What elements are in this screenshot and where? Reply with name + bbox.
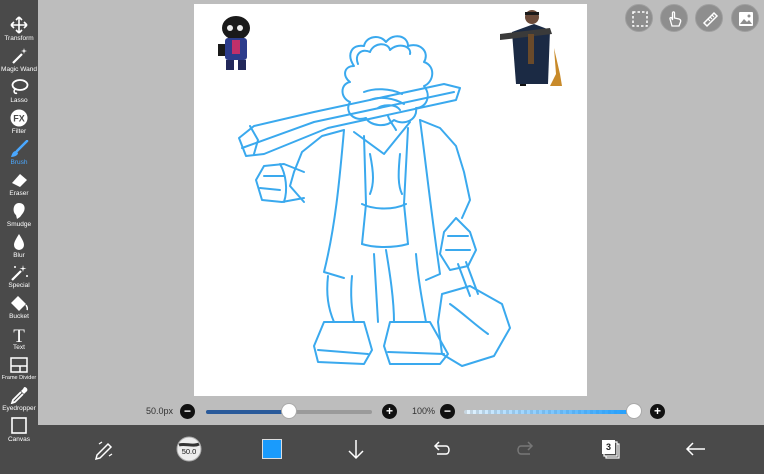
quick-menu-button[interactable] bbox=[88, 433, 120, 465]
tool-frame-divider[interactable]: Frame Divider bbox=[0, 354, 38, 385]
tool-blur[interactable]: Blur bbox=[0, 231, 38, 262]
tool-magic-wand-label: Magic Wand bbox=[1, 66, 37, 73]
redo-button[interactable] bbox=[510, 433, 542, 465]
tool-text[interactable]: T Text bbox=[0, 323, 38, 354]
eraser-icon bbox=[12, 174, 27, 187]
brush-slider-bar: 50.0px − + 100% − + bbox=[38, 398, 764, 425]
brush-preset-button[interactable]: 50.0 bbox=[173, 433, 205, 465]
material-button[interactable] bbox=[731, 4, 759, 32]
text-icon: T bbox=[13, 326, 25, 343]
color-button[interactable] bbox=[256, 433, 288, 465]
transform-icon bbox=[10, 16, 28, 34]
tool-eraser[interactable]: Eraser bbox=[0, 169, 38, 200]
tool-smudge-label: Smudge bbox=[6, 221, 32, 228]
tool-frame-divider-label: Frame Divider bbox=[1, 375, 37, 381]
reference-character-small bbox=[218, 16, 250, 70]
tool-blur-label: Blur bbox=[13, 252, 25, 259]
opacity-slider[interactable] bbox=[464, 410, 636, 414]
opacity-decrease-button[interactable]: − bbox=[440, 404, 455, 419]
size-increase-button[interactable]: + bbox=[382, 404, 397, 419]
tool-text-label: Text bbox=[13, 344, 25, 351]
tool-eyedropper-label: Eyedropper bbox=[2, 405, 36, 412]
current-color-swatch bbox=[262, 439, 282, 459]
frame-divider-icon bbox=[10, 357, 28, 373]
tool-transform[interactable]: Transform bbox=[0, 14, 38, 45]
tool-special-label: Special bbox=[8, 282, 30, 289]
tool-bucket[interactable]: Bucket bbox=[0, 292, 38, 323]
svg-text:T: T bbox=[13, 326, 25, 343]
pencil-swap-icon bbox=[94, 441, 113, 461]
gesture-button[interactable] bbox=[660, 4, 688, 32]
undo-icon bbox=[433, 441, 450, 455]
tool-eyedropper[interactable]: Eyedropper bbox=[0, 384, 38, 415]
reference-character-shovel bbox=[500, 10, 562, 86]
sketch-artwork bbox=[218, 10, 562, 367]
opacity-fill bbox=[464, 410, 636, 414]
opacity-thumb[interactable] bbox=[626, 403, 642, 419]
hand-icon bbox=[669, 11, 682, 27]
special-wand-icon bbox=[11, 265, 28, 281]
layers-button[interactable]: 3 bbox=[595, 433, 627, 465]
tool-transform-label: Transform bbox=[4, 35, 34, 42]
eyedropper-icon bbox=[10, 387, 28, 404]
lasso-icon bbox=[11, 79, 29, 95]
tool-canvas[interactable]: Canvas bbox=[0, 415, 38, 446]
tool-filter-label: Filter bbox=[11, 128, 27, 135]
selection-button[interactable] bbox=[625, 4, 653, 32]
svg-text:FX: FX bbox=[13, 114, 25, 124]
canvas-icon bbox=[11, 417, 27, 434]
selection-rectangle-icon bbox=[632, 11, 648, 27]
brush-size-badge: 50.0 bbox=[181, 447, 197, 456]
tool-special[interactable]: Special bbox=[0, 261, 38, 292]
tool-magic-wand[interactable]: Magic Wand bbox=[0, 45, 38, 76]
smudge-icon bbox=[13, 203, 25, 219]
tool-lasso[interactable]: Lasso bbox=[0, 76, 38, 107]
brush-size-thumb[interactable] bbox=[281, 403, 297, 419]
bottom-toolbar: 50.0 3 bbox=[38, 425, 764, 474]
magic-wand-icon bbox=[12, 48, 27, 64]
tool-lasso-label: Lasso bbox=[10, 97, 28, 104]
tool-eraser-label: Eraser bbox=[9, 190, 29, 197]
save-download-button[interactable] bbox=[340, 433, 372, 465]
redo-icon bbox=[517, 441, 534, 455]
tool-bucket-label: Bucket bbox=[9, 313, 29, 320]
fx-icon: FX bbox=[10, 109, 28, 127]
opacity-increase-button[interactable]: + bbox=[650, 404, 665, 419]
tool-canvas-label: Canvas bbox=[7, 436, 31, 443]
bucket-icon bbox=[11, 296, 29, 311]
blue-sketch bbox=[238, 35, 511, 367]
undo-button[interactable] bbox=[425, 433, 457, 465]
tool-brush-label: Brush bbox=[10, 159, 28, 166]
tool-filter[interactable]: FX Filter bbox=[0, 107, 38, 138]
ruler-icon bbox=[702, 11, 719, 28]
arrow-left-icon bbox=[685, 442, 705, 456]
brush-icon bbox=[11, 140, 29, 157]
ruler-button[interactable] bbox=[695, 4, 723, 32]
tool-brush[interactable]: Brush bbox=[0, 138, 38, 169]
opacity-readout: 100% bbox=[412, 406, 436, 416]
layer-count: 3 bbox=[605, 442, 611, 452]
tool-palette: Transform Magic Wand Lasso FX Filter Bru… bbox=[0, 0, 38, 474]
image-icon bbox=[739, 12, 753, 26]
brush-size-fill bbox=[206, 410, 289, 414]
brush-size-readout: 50.0px bbox=[146, 406, 174, 416]
blur-drop-icon bbox=[14, 234, 24, 250]
drawing-canvas[interactable] bbox=[194, 4, 587, 396]
tool-smudge[interactable]: Smudge bbox=[0, 200, 38, 231]
arrow-down-icon bbox=[348, 440, 364, 460]
size-decrease-button[interactable]: − bbox=[180, 404, 195, 419]
back-button[interactable] bbox=[680, 433, 712, 465]
